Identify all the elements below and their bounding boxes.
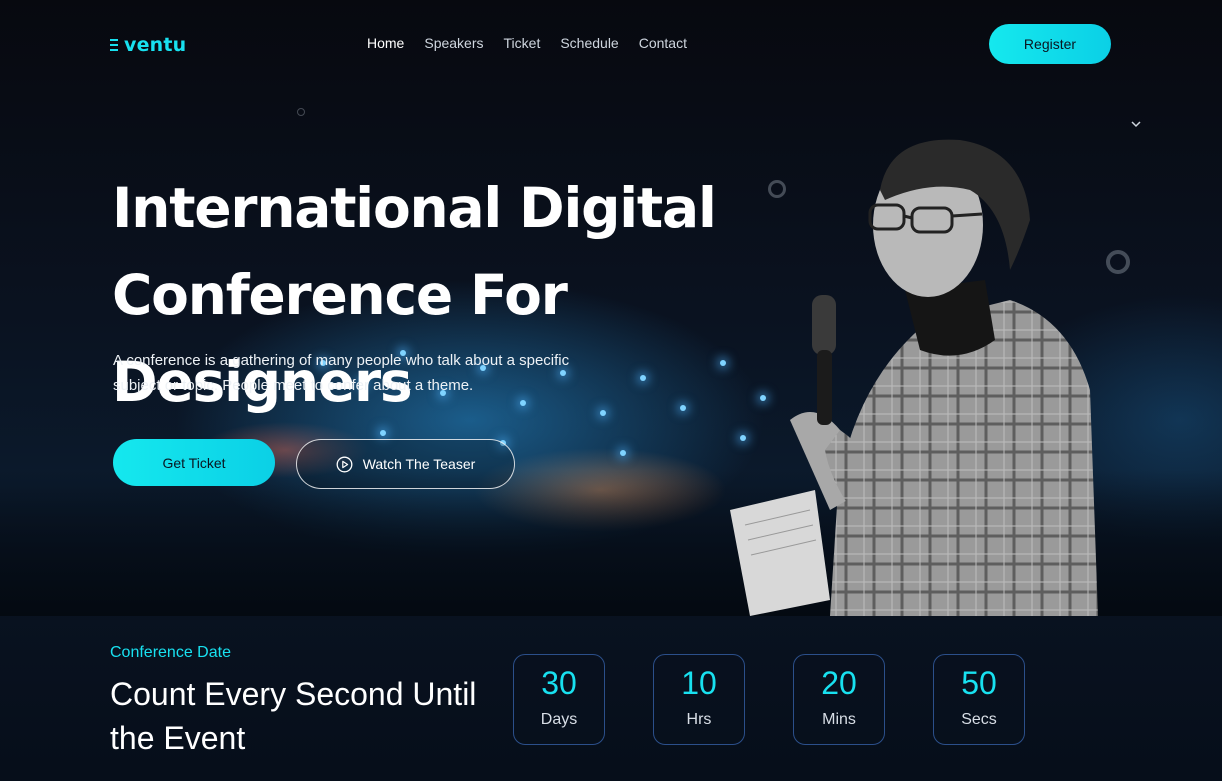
chevron-down-icon: [1131, 121, 1141, 128]
countdown-value: 20: [821, 665, 857, 701]
nav-ticket[interactable]: Ticket: [504, 35, 541, 51]
countdown-unit: Days: [540, 711, 578, 728]
menu-lines-icon: [110, 39, 118, 51]
countdown-value: 50: [961, 665, 997, 701]
countdown-days: 30 Days: [513, 654, 605, 745]
register-button[interactable]: Register: [989, 24, 1111, 64]
main-nav: Home Speakers Ticket Schedule Contact: [367, 35, 687, 51]
hero-subtitle: A conference is a gathering of many peop…: [113, 352, 570, 394]
watch-teaser-button[interactable]: Watch The Teaser: [296, 439, 515, 489]
countdown-title: Count Every Second Until the Event: [110, 676, 477, 756]
countdown-unit: Mins: [822, 711, 856, 728]
logo[interactable]: ventu: [110, 34, 186, 56]
countdown-value: 10: [681, 665, 717, 701]
countdown-unit: Secs: [961, 711, 997, 728]
countdown-minutes: 20 Mins: [793, 654, 885, 745]
nav-schedule[interactable]: Schedule: [560, 35, 618, 51]
nav-speakers[interactable]: Speakers: [424, 35, 483, 51]
speaker-photo: [730, 139, 1098, 616]
get-ticket-button[interactable]: Get Ticket: [113, 439, 275, 486]
hero-title-line1: International Digital: [112, 176, 717, 240]
countdown-label: Conference Date: [110, 644, 231, 661]
countdown-unit: Hrs: [686, 711, 712, 728]
countdown-seconds: 50 Secs: [933, 654, 1025, 745]
play-circle-icon: [336, 456, 353, 472]
decor-ring: [297, 108, 305, 116]
nav-home[interactable]: Home: [367, 35, 404, 51]
nav-contact[interactable]: Contact: [639, 35, 687, 51]
countdown-hours: 10 Hrs: [653, 654, 745, 745]
countdown-value: 30: [541, 665, 577, 701]
logo-text: ventu: [124, 34, 187, 56]
watch-teaser-label: Watch The Teaser: [362, 456, 476, 472]
